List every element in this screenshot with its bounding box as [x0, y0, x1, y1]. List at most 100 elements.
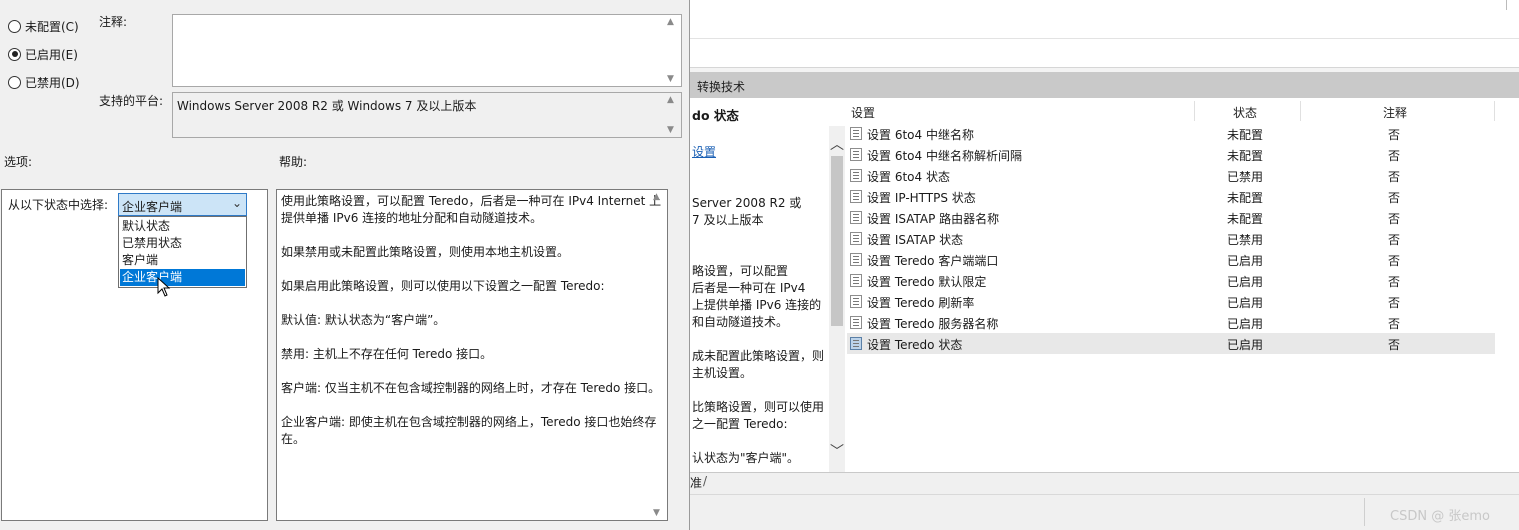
setting-row[interactable]: 设置 Teredo 客户端端口 已启用 否 [847, 249, 1495, 270]
help-paragraph: 如果禁用或未配置此策略设置，则使用本地主机设置。 [281, 245, 570, 259]
setting-name: 设置 Teredo 服务器名称 [867, 317, 999, 331]
setting-name: 设置 ISATAP 路由器名称 [867, 212, 1000, 226]
setting-state: 已启用 [1227, 338, 1264, 352]
setting-row[interactable]: 设置 Teredo 刷新率 已启用 否 [847, 291, 1495, 312]
setting-comment: 否 [1388, 233, 1401, 247]
setting-state: 已禁用 [1227, 170, 1264, 184]
radio-enabled[interactable]: 已启用(E) [8, 46, 78, 62]
description-line: 之一配置 Teredo: [692, 417, 788, 431]
setting-row[interactable]: 设置 Teredo 状态 已启用 否 [847, 333, 1495, 354]
tab-standard[interactable]: 准 [690, 474, 702, 491]
comment-textarea[interactable]: ▲ ▼ [172, 14, 682, 87]
help-paragraph: 默认值: 默认状态为“客户端”。 [281, 313, 446, 327]
scrollbar-thumb[interactable] [831, 156, 843, 326]
setting-name: 设置 6to4 中继名称解析间隔 [867, 149, 1022, 163]
view-tabs-bar [690, 472, 1519, 494]
policy-setting-icon [850, 169, 862, 182]
setting-name: 设置 IP-HTTPS 状态 [867, 191, 976, 205]
column-header-state[interactable]: 状态 [1233, 104, 1257, 121]
description-line: 上提供单播 IPv6 连接的 [692, 298, 822, 312]
setting-state: 未配置 [1227, 149, 1264, 163]
help-paragraph: 如果启用此策略设置，则可以使用以下设置之一配置 Teredo: [281, 279, 605, 293]
edit-policy-link[interactable]: 设置 [692, 143, 716, 160]
policy-setting-icon [850, 295, 862, 308]
platform-label: 支持的平台: [99, 94, 164, 108]
setting-row[interactable]: 设置 ISATAP 状态 已禁用 否 [847, 228, 1495, 249]
setting-comment: 否 [1388, 296, 1401, 310]
scroll-up-arrow-icon[interactable]: ▲ [653, 192, 660, 202]
radio-circle-icon[interactable] [8, 19, 21, 33]
setting-name: 设置 Teredo 客户端端口 [867, 254, 999, 268]
category-header-bar [690, 72, 1519, 98]
setting-comment: 否 [1388, 317, 1401, 331]
setting-row[interactable]: 设置 ISATAP 路由器名称 未配置 否 [847, 207, 1495, 228]
comment-label: 注释: [99, 15, 128, 29]
description-line: 后者是一种可在 IPv4 [692, 281, 806, 295]
help-scrollbar[interactable]: ▲ ▼ [650, 190, 667, 520]
options-label: 选项: [4, 155, 33, 169]
description-line: 成未配置此策略设置，则 [692, 349, 825, 363]
setting-name: 设置 Teredo 刷新率 [867, 296, 975, 310]
scroll-up-arrow-icon[interactable]: ▲ [667, 95, 674, 105]
setting-comment: 否 [1388, 254, 1401, 268]
setting-row[interactable]: 设置 6to4 中继名称解析间隔 未配置 否 [847, 144, 1495, 165]
comment-scrollbar[interactable]: ▲ ▼ [664, 15, 681, 86]
select-state-label: 从以下状态中选择: [8, 198, 109, 212]
state-dropdown-list[interactable]: 默认状态 已禁用状态 客户端 企业客户端 [118, 216, 247, 288]
state-dropdown[interactable]: 企业客户端 ⌄ [118, 193, 247, 216]
scroll-up-arrow-icon[interactable]: ▲ [667, 17, 674, 27]
column-header-comment[interactable]: 注释 [1383, 104, 1407, 121]
setting-row[interactable]: 设置 IP-HTTPS 状态 未配置 否 [847, 186, 1495, 207]
help-label: 帮助: [279, 155, 308, 169]
divider [690, 38, 1519, 39]
policy-setting-icon [850, 127, 862, 140]
description-line: 比策略设置，则可以使用 [692, 400, 825, 414]
chevron-down-icon[interactable]: ⌄ [232, 196, 242, 210]
category-header-title: 转换技术 [697, 80, 746, 94]
policy-setting-icon [850, 190, 862, 203]
policy-setting-icon [850, 337, 862, 350]
radio-label: 未配置(C) [25, 19, 79, 34]
setting-row[interactable]: 设置 6to4 中继名称 未配置 否 [847, 123, 1495, 144]
column-header-setting[interactable]: 设置 [851, 104, 875, 121]
help-paragraph: 企业客户端: 即使主机在包含域控制器的网络上，Teredo 接口也始终存在。 [281, 415, 657, 446]
setting-comment: 否 [1388, 338, 1401, 352]
setting-state: 未配置 [1227, 191, 1264, 205]
radio-label: 已禁用(D) [25, 75, 80, 90]
setting-row[interactable]: 设置 Teredo 服务器名称 已启用 否 [847, 312, 1495, 333]
radio-circle-icon[interactable] [8, 75, 21, 89]
column-divider[interactable] [1494, 101, 1495, 121]
description-line: 略设置，可以配置 [692, 264, 789, 278]
radio-circle-checked-icon[interactable] [8, 47, 21, 61]
setting-comment: 否 [1388, 191, 1401, 205]
setting-name: 设置 6to4 中继名称 [867, 128, 974, 142]
dropdown-option-client[interactable]: 客户端 [120, 252, 245, 269]
watermark: CSDN @ 张emo [1390, 509, 1490, 524]
scroll-down-arrow-icon[interactable]: ▼ [653, 508, 660, 518]
dropdown-option-enterprise-client[interactable]: 企业客户端 [120, 269, 245, 286]
column-divider[interactable] [1194, 101, 1195, 121]
setting-name: 设置 6to4 状态 [867, 170, 950, 184]
radio-disabled[interactable]: 已禁用(D) [8, 74, 80, 90]
policy-setting-icon [850, 316, 862, 329]
policy-setting-icon [850, 253, 862, 266]
help-paragraph: 客户端: 仅当主机不在包含域控制器的网络上时，才存在 Teredo 接口。 [281, 381, 661, 395]
tab-divider: / [703, 474, 708, 488]
setting-state: 已禁用 [1227, 233, 1264, 247]
setting-state: 已启用 [1227, 275, 1264, 289]
column-divider[interactable] [1300, 101, 1301, 121]
dropdown-selected-value: 企业客户端 [122, 200, 183, 214]
dropdown-option-disabled[interactable]: 已禁用状态 [120, 235, 245, 252]
radio-not-configured[interactable]: 未配置(C) [8, 18, 79, 34]
setting-row[interactable]: 设置 Teredo 默认限定 已启用 否 [847, 270, 1495, 291]
dropdown-option-default[interactable]: 默认状态 [120, 218, 245, 235]
platform-scrollbar[interactable]: ▲ ▼ [664, 93, 681, 137]
setting-row[interactable]: 设置 6to4 状态 已禁用 否 [847, 165, 1495, 186]
mouse-cursor-icon [157, 277, 171, 297]
scroll-up-arrow-icon[interactable]: ︿ [830, 134, 844, 154]
help-paragraph: 使用此策略设置，可以配置 Teredo，后者是一种可在 IPv4 Interne… [281, 194, 662, 225]
scroll-down-arrow-icon[interactable]: ▼ [667, 125, 674, 135]
scroll-down-arrow-icon[interactable]: ▼ [667, 74, 674, 84]
scroll-down-arrow-icon[interactable]: ﹀ [830, 441, 844, 461]
setting-name: 设置 ISATAP 状态 [867, 233, 964, 247]
